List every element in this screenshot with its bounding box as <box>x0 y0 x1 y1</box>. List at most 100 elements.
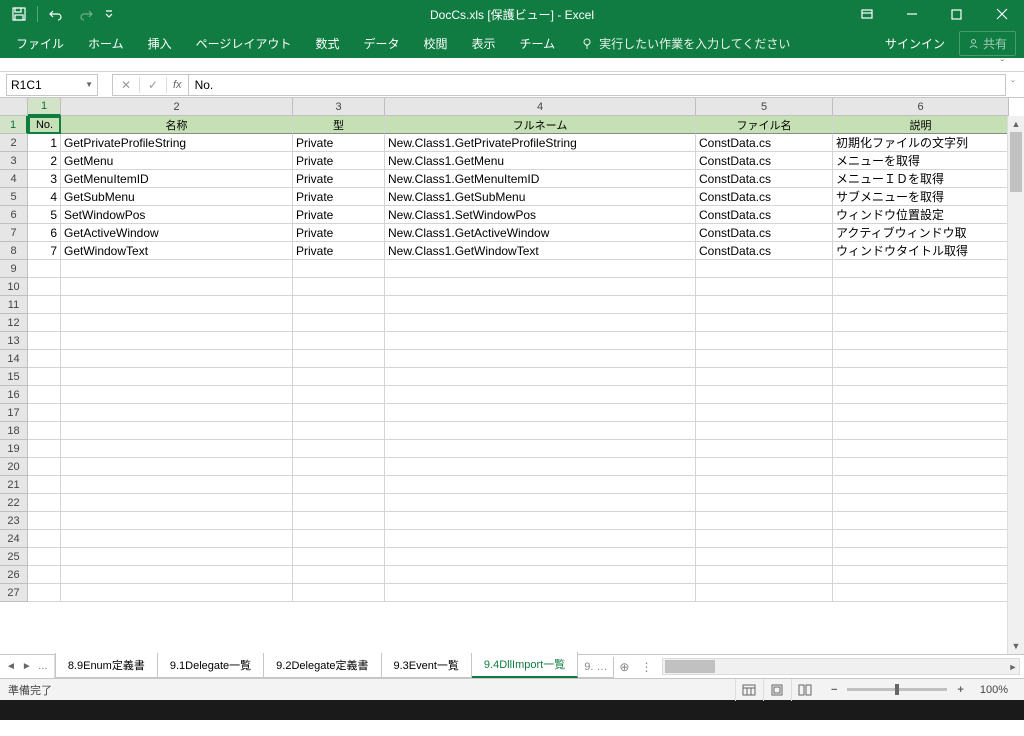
cell[interactable] <box>293 512 385 530</box>
cell[interactable]: Private <box>293 188 385 206</box>
cell[interactable] <box>293 494 385 512</box>
cell[interactable] <box>61 350 293 368</box>
row-header[interactable]: 20 <box>0 458 28 476</box>
cell[interactable]: New.Class1.SetWindowPos <box>385 206 696 224</box>
cancel-formula-button[interactable]: ✕ <box>113 75 139 95</box>
cell[interactable]: Private <box>293 206 385 224</box>
zoom-out-button[interactable]: − <box>827 684 841 696</box>
row-header[interactable]: 26 <box>0 566 28 584</box>
cell[interactable]: ConstData.cs <box>696 152 833 170</box>
cell[interactable] <box>385 512 696 530</box>
cell[interactable]: 初期化ファイルの文字列 <box>833 134 1009 152</box>
cell[interactable] <box>385 422 696 440</box>
cell[interactable] <box>696 566 833 584</box>
ribbon-tab[interactable]: データ <box>351 28 411 59</box>
cell[interactable] <box>696 278 833 296</box>
cell[interactable]: 4 <box>28 188 61 206</box>
cell[interactable]: New.Class1.GetActiveWindow <box>385 224 696 242</box>
cell[interactable] <box>833 350 1009 368</box>
row-header[interactable]: 14 <box>0 350 28 368</box>
cell[interactable] <box>833 278 1009 296</box>
cell[interactable] <box>28 278 61 296</box>
cell[interactable]: New.Class1.GetPrivateProfileString <box>385 134 696 152</box>
sheet-nav-prev-button[interactable]: ◄ <box>6 661 16 672</box>
cell[interactable] <box>696 350 833 368</box>
cell[interactable] <box>61 422 293 440</box>
cell[interactable] <box>385 530 696 548</box>
cell[interactable] <box>833 566 1009 584</box>
cell[interactable] <box>696 440 833 458</box>
cell[interactable] <box>293 368 385 386</box>
cell[interactable] <box>293 350 385 368</box>
cell[interactable] <box>385 260 696 278</box>
cell[interactable]: New.Class1.GetMenu <box>385 152 696 170</box>
row-header[interactable]: 19 <box>0 440 28 458</box>
cell[interactable]: 2 <box>28 152 61 170</box>
cell[interactable] <box>833 404 1009 422</box>
cell[interactable]: Private <box>293 242 385 260</box>
cell[interactable] <box>293 404 385 422</box>
ribbon-display-button[interactable] <box>844 0 889 28</box>
cell[interactable] <box>696 332 833 350</box>
share-button[interactable]: 共有 <box>959 31 1016 56</box>
cell[interactable] <box>696 476 833 494</box>
cell[interactable] <box>696 584 833 602</box>
cell[interactable] <box>385 584 696 602</box>
cell[interactable]: ConstData.cs <box>696 188 833 206</box>
cell[interactable] <box>696 386 833 404</box>
cell[interactable] <box>28 296 61 314</box>
cell[interactable] <box>293 548 385 566</box>
cell[interactable]: GetMenuItemID <box>61 170 293 188</box>
cell[interactable]: ウィンドウタイトル取得 <box>833 242 1009 260</box>
new-sheet-button[interactable]: ⊕ <box>614 655 634 678</box>
cell[interactable] <box>385 440 696 458</box>
cell[interactable] <box>293 566 385 584</box>
ribbon-tab[interactable]: 挿入 <box>136 28 184 59</box>
cell[interactable] <box>293 314 385 332</box>
row-header[interactable]: 16 <box>0 386 28 404</box>
cell[interactable] <box>833 260 1009 278</box>
column-header[interactable]: 2 <box>61 98 293 116</box>
column-header[interactable]: 1 <box>28 98 61 116</box>
cell[interactable]: New.Class1.GetWindowText <box>385 242 696 260</box>
cell[interactable]: 7 <box>28 242 61 260</box>
row-headers[interactable]: 1234567891011121314151617181920212223242… <box>0 116 28 602</box>
cell[interactable]: ConstData.cs <box>696 170 833 188</box>
cell[interactable] <box>696 260 833 278</box>
cell[interactable] <box>385 494 696 512</box>
sheet-nav-next-button[interactable]: ► <box>22 661 32 672</box>
cell[interactable] <box>385 296 696 314</box>
scrollbar-thumb[interactable] <box>1010 132 1022 192</box>
cell[interactable] <box>833 314 1009 332</box>
cell[interactable] <box>385 386 696 404</box>
cell[interactable] <box>833 530 1009 548</box>
row-header[interactable]: 6 <box>0 206 28 224</box>
cell[interactable]: メニューを取得 <box>833 152 1009 170</box>
row-header[interactable]: 13 <box>0 332 28 350</box>
cell[interactable] <box>385 458 696 476</box>
sheet-tab[interactable]: 9.3Event一覧 <box>382 653 472 678</box>
row-header[interactable]: 9 <box>0 260 28 278</box>
cell[interactable] <box>61 386 293 404</box>
cell[interactable] <box>293 458 385 476</box>
cell[interactable] <box>696 548 833 566</box>
cell[interactable] <box>385 404 696 422</box>
cell[interactable] <box>61 476 293 494</box>
cell[interactable] <box>696 296 833 314</box>
cell[interactable] <box>385 278 696 296</box>
sheet-nav-more-button[interactable]: … <box>38 661 48 672</box>
sheet-tab[interactable]: 9.1Delegate一覧 <box>158 653 264 678</box>
cell[interactable] <box>61 494 293 512</box>
cell[interactable] <box>28 494 61 512</box>
row-header[interactable]: 17 <box>0 404 28 422</box>
cell[interactable]: Private <box>293 134 385 152</box>
cell[interactable]: 6 <box>28 224 61 242</box>
cell[interactable]: アクティブウィンドウ取 <box>833 224 1009 242</box>
column-header[interactable]: 6 <box>833 98 1009 116</box>
name-box[interactable]: R1C1 ▼ <box>6 74 98 96</box>
cell[interactable] <box>385 566 696 584</box>
cell[interactable]: GetSubMenu <box>61 188 293 206</box>
cell[interactable] <box>28 368 61 386</box>
cell[interactable]: SetWindowPos <box>61 206 293 224</box>
cell[interactable] <box>696 512 833 530</box>
